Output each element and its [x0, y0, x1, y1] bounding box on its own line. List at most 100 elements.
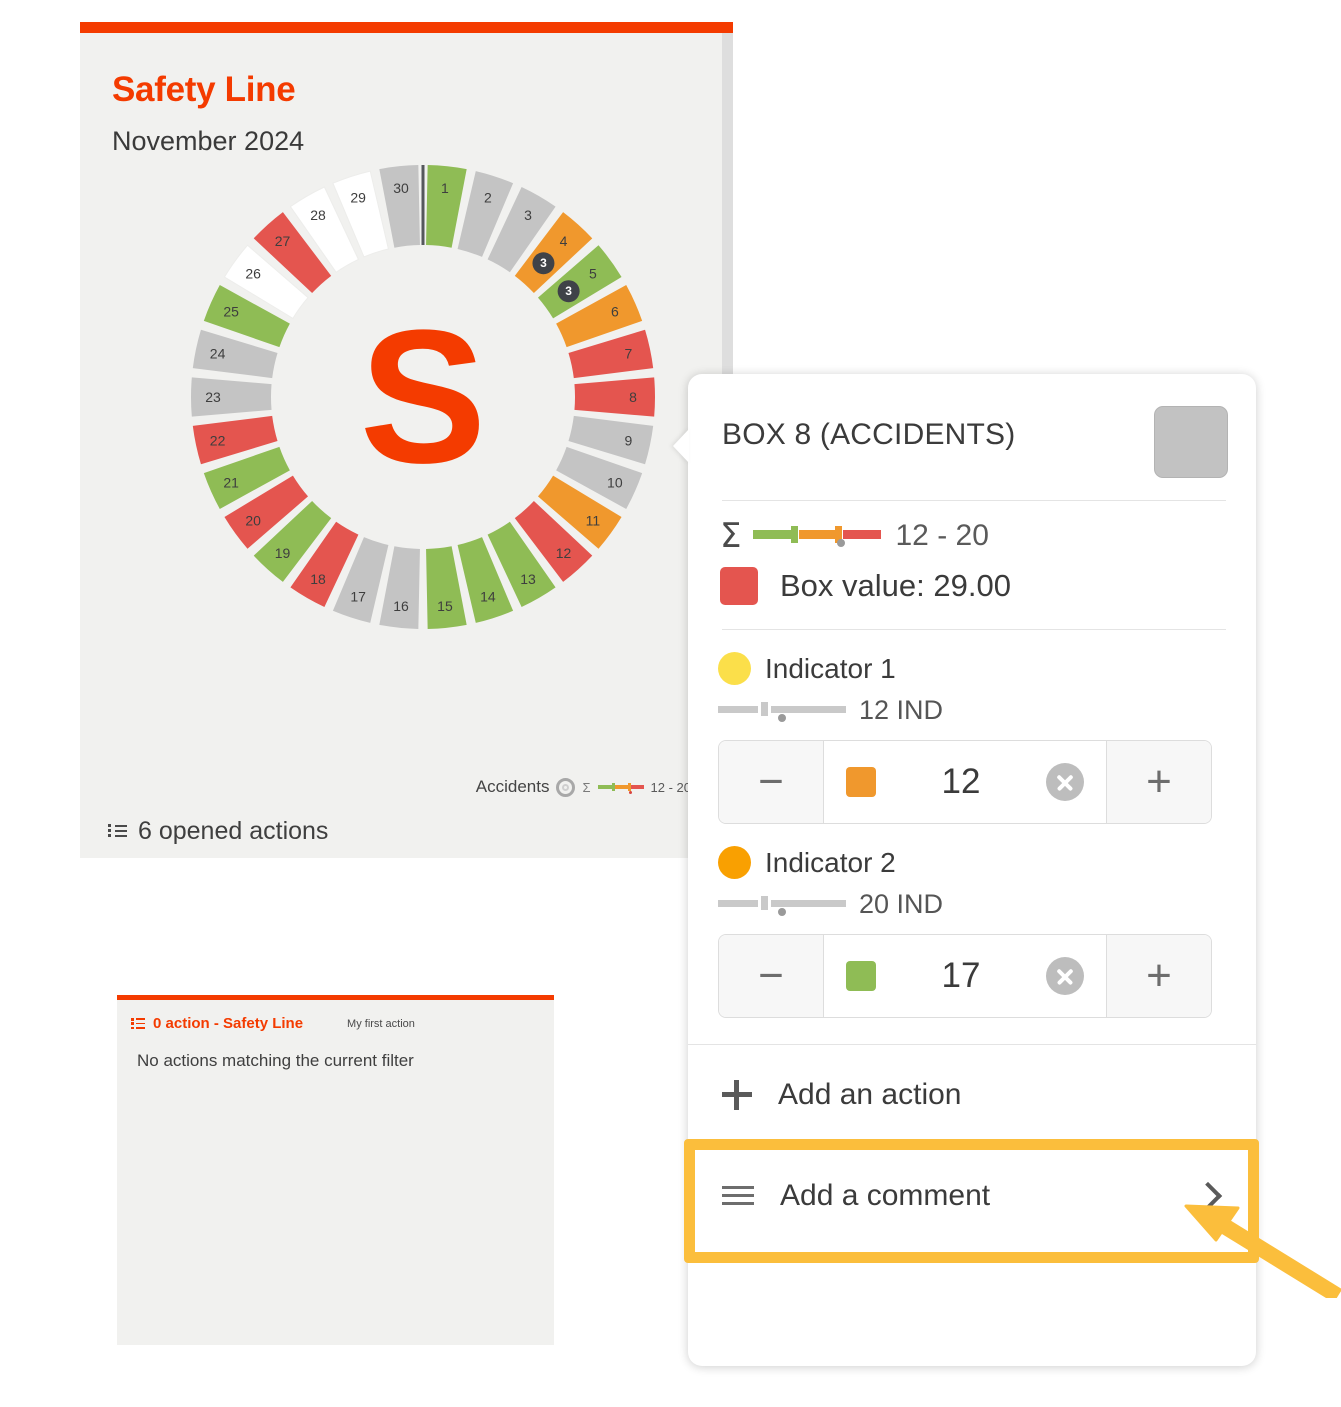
donut-svg: 1234353678910111213141516171819202122232…	[191, 165, 655, 629]
indicator-2-value-swatch	[846, 961, 876, 991]
safety-line-card: Safety Line November 2024 1 2 3 4 3 5 3 6 7 8 9 10 1…	[80, 22, 733, 858]
donut-day-label: 5	[589, 266, 597, 282]
actions-panel-header: 0 action - Safety Line My first action	[131, 1015, 415, 1032]
donut-center-disc	[275, 249, 571, 545]
hamburger-icon	[722, 1186, 754, 1206]
color-swatch-button[interactable]	[1154, 406, 1228, 478]
card-accent-bar	[80, 22, 733, 33]
clear-circle-icon[interactable]	[1046, 763, 1084, 801]
page-title: Safety Line	[112, 70, 296, 109]
plus-icon	[722, 1080, 752, 1110]
actions-panel-filter-label[interactable]: My first action	[347, 1018, 415, 1030]
list-icon	[108, 824, 127, 839]
box-value-row: Box value: 29.00	[688, 553, 1256, 605]
donut-day-label: 14	[480, 589, 496, 605]
indicator-block-2: Indicator 2 20 IND − 17 +	[688, 824, 1256, 1018]
indicator-1-header: Indicator 1	[718, 652, 1228, 685]
donut-day-label: 26	[245, 266, 261, 282]
box-value-swatch	[720, 567, 758, 605]
actions-panel-title: 0 action - Safety Line	[153, 1015, 304, 1032]
page-subtitle: November 2024	[112, 126, 305, 156]
add-comment-label: Add a comment	[780, 1179, 991, 1212]
donut-day-label: 3	[524, 207, 532, 223]
sigma-icon: Σ	[720, 515, 742, 556]
donut-day-label: 16	[393, 598, 409, 614]
list-icon	[131, 1018, 145, 1029]
chart-legend: Accidents Σ 12 - 20	[80, 777, 733, 797]
donut-day-label: 21	[223, 474, 239, 490]
indicator-2-stepper[interactable]: − 17 +	[718, 934, 1212, 1018]
indicator-2-value-field[interactable]: 17	[824, 935, 1106, 1017]
indicator-2-gauge	[718, 894, 846, 916]
donut-segment-day-23[interactable]	[191, 377, 272, 417]
donut-day-label: 25	[223, 304, 239, 320]
indicator-2-increment-button[interactable]: +	[1106, 935, 1211, 1017]
indicator-2-value: 17	[941, 956, 981, 995]
indicator-2-gauge-row: 20 IND	[718, 879, 1228, 920]
sigma-icon: Σ	[582, 779, 591, 795]
indicator-2-gauge-label: 20 IND	[859, 889, 944, 919]
box-value-label: Box value: 29.00	[780, 568, 1011, 603]
legend-range: 12 - 20	[650, 779, 691, 795]
indicator-1-gauge-row: 12 IND	[718, 685, 1228, 726]
add-comment-button[interactable]: Add a comment	[688, 1146, 1256, 1246]
donut-day-label: 7	[625, 345, 633, 361]
screen-root: Safety Line November 2024 1 2 3 4 3 5 3 6 7 8 9 10 1…	[0, 0, 1341, 1407]
donut-segment-day-15[interactable]	[426, 546, 467, 629]
add-action-button[interactable]: Add an action	[688, 1045, 1256, 1145]
indicator-2-decrement-button[interactable]: −	[719, 935, 824, 1017]
legend-mini-gauge	[597, 782, 644, 794]
summary-gauge	[753, 525, 883, 547]
donut-day-label: 12	[556, 545, 572, 561]
box-detail-popup: BOX 8 (ACCIDENTS) Σ 12 - 20 Box value: 2…	[673, 374, 1256, 1366]
indicator-1-value-swatch	[846, 767, 876, 797]
indicator-2-dot	[718, 846, 751, 879]
donut-action-badge-count: 3	[540, 256, 547, 270]
month-donut-chart[interactable]: 1 2 3 4 3 5 3 6 7 8 9 10 11 12 13 14 15 16 17 18 19 20 21 22 23 2…	[188, 162, 658, 632]
summary-row: Σ 12 - 20	[688, 501, 1256, 553]
actions-list-panel: 0 action - Safety Line My first action N…	[117, 995, 554, 1345]
donut-icon	[556, 777, 576, 797]
donut-day-label: 30	[393, 180, 409, 196]
donut-segment-day-16[interactable]	[379, 546, 420, 629]
indicator-1-increment-button[interactable]: +	[1106, 741, 1211, 823]
indicator-1-gauge	[718, 700, 846, 722]
chevron-right-icon	[1193, 1181, 1223, 1211]
donut-day-label: 9	[625, 433, 633, 449]
summary-range: 12 - 20	[895, 519, 989, 552]
popup-pointer	[673, 429, 689, 463]
donut-day-label: 23	[205, 389, 221, 405]
legend-label: Accidents	[475, 777, 550, 796]
popup-header: BOX 8 (ACCIDENTS)	[688, 374, 1256, 478]
donut-day-label: 15	[437, 598, 453, 614]
opened-actions-label: 6 opened actions	[138, 817, 329, 845]
donut-day-label: 6	[611, 304, 619, 320]
indicator-1-stepper[interactable]: − 12 +	[718, 740, 1212, 824]
donut-day-label: 28	[310, 207, 326, 223]
donut-day-label: 19	[275, 545, 291, 561]
actions-empty-message: No actions matching the current filter	[137, 1051, 414, 1070]
donut-day-label: 24	[210, 345, 226, 361]
indicator-1-dot	[718, 652, 751, 685]
donut-day-label: 2	[484, 189, 492, 205]
indicator-1-gauge-label: 12 IND	[859, 695, 944, 725]
popup-title: BOX 8 (ACCIDENTS)	[722, 418, 1016, 451]
add-action-label: Add an action	[778, 1078, 962, 1111]
donut-day-label: 17	[350, 589, 366, 605]
donut-day-label: 22	[210, 433, 226, 449]
donut-day-label: 20	[245, 512, 261, 528]
donut-day-label: 13	[520, 571, 536, 587]
donut-day-label: 27	[275, 233, 291, 249]
donut-segment-day-8[interactable]	[574, 377, 655, 417]
donut-day-label: 1	[441, 180, 449, 196]
donut-segment-day-1[interactable]	[426, 165, 467, 248]
opened-actions-link[interactable]: 6 opened actions	[108, 817, 328, 846]
donut-day-label: 29	[350, 189, 366, 205]
indicator-1-value-field[interactable]: 12	[824, 741, 1106, 823]
indicator-1-decrement-button[interactable]: −	[719, 741, 824, 823]
clear-circle-icon[interactable]	[1046, 957, 1084, 995]
donut-day-label: 8	[629, 389, 637, 405]
donut-day-label: 4	[560, 233, 568, 249]
donut-day-label: 18	[310, 571, 326, 587]
actions-panel-accent-bar	[117, 995, 554, 1000]
